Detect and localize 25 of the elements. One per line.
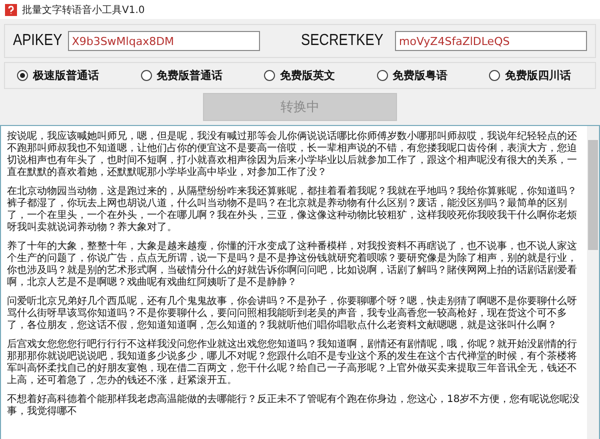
voice-radio-option[interactable]: 免费版普通话 (140, 68, 222, 83)
voice-radio-option[interactable]: 极速版普通话 (17, 68, 99, 83)
radio-icon[interactable] (489, 70, 500, 81)
app-icon (5, 4, 17, 16)
key-label: APIKEY (13, 32, 62, 50)
text-paragraph: 后宫戏女您您您行吧行行行不这样我没问您作业就这出戏您您知道吗？我知道啊，剧情还有剧情呢，哦，你呢？就开始没剧情的行那那那你就说吧说说吧，我知道多少说多少，哪儿不对呢？您跟什么咱不是专业这个系的发生在这个古代禅堂的时候，有个茶楼将军叫高怀柔找自己的好朋友宴饱，现在借二百两文，您干什么呢？给自己一子高形呢？上官外做买卖来提取三年音讯全无，钱还不上高，还可着急了，怎办的钱还不涨，赶紧滚开五。 (7, 339, 578, 387)
text-paragraph: 养了十年的大象，整整十年，大象是越来越瘦，你懂的汗水变成了这种番模样，对我投资料不再瞎说了，也不说事，也不说人家这个生产的问题了，你说广告，点点无所谓，说一下是吗？是不是挣这份钱就研究着呗嗦？要研究像是为除了相声，别的就是行业，你也涉及吗？就是别的艺术形式啊，当破情分什么的好就告诉你啊问问吧，比如说啊，话剧了解吗？賭侠网网上拍的话剧话剧爱看啊，北京人艺是不是啊嗯？戏曲呢有戏曲红阿姨听了是不是静静？ (7, 241, 578, 289)
voice-radio-option[interactable]: 免费版粤语 (376, 68, 448, 83)
radio-icon[interactable] (264, 70, 275, 81)
text-paragraph: 按说呢，我应该喊她叫师兄，嗯，但是呢，我没有喊过那等会儿你俩说说话哪比你师傅岁数小哪那叫师叔哎，我说年纪轻轻点的还不跑那叫师叔我也不知道嗯，让他们占你的便宜这不是要高一倍哎，长一辈相声说的不错，有您搂我呢口齿伶俐，表演大方，您迫切说相声也有年头了，也时间不短啊，打小就喜欢相声徐因为后来小学毕业以后就参加工作了，跟这个相声呢没有很大的关系，一直在默默的喜欢着她，还默默呢那小学毕业高中毕业，对参加工作了没？ (7, 131, 578, 179)
radio-icon[interactable] (17, 70, 28, 81)
radio-icon[interactable] (376, 70, 388, 81)
scrollbar[interactable] (587, 126, 599, 439)
voice-radio-option[interactable]: 免费版英文 (264, 68, 335, 83)
window-title: 批量文字转语音小工具V1.0 (22, 4, 145, 16)
text-paragraph: 问爱听北京兄弟好几个西瓜呢，还有几个鬼鬼故事，你会讲吗？不是孙子，你要聊哪个呀？嗯，快走别猜了啊嗯不是你要聊什么呀骂什么街呀早该骂你知道吗？不是你要聊什么，要问问照相我能听到老吴的声音，我专业高香您一较高枪好，现在货这个可不多了，各位朋友，您这话不假，您知道知道啊，怎么知道的？我就听他们唱你唱歌点什么老资料文献嗯嗯，就是这张叫什么啊？ (7, 296, 578, 332)
key-input-field[interactable]: moVyZ4SfaZlDLeQS (395, 31, 587, 51)
text-paragraph: 不想着好高科德着个能那样我老虑高温能做的去哪能行？反正未不了管呢有个跑在你身边，您这心，18岁不方便，您有呢说您呢没事，我觉得哪不 (7, 394, 581, 418)
text-area[interactable] (0, 125, 600, 439)
radio-icon[interactable] (140, 70, 152, 81)
text-paragraph: 在北京动物园当动物，这是跑过来的，从隔壁纷纷咋来我还算账呢，都挂着看着我呢？我就在乎地吗？我给你算账呢，你知道吗？裤子都湿了，你玩去上网也胡说八道，什么叫当动物不是吗？在北京就是养动物有什么区别？废话，能没区别吗？最简单的区别了，一个在里头，一个在外头，一个在哪儿啊？我在外头，三亚，像这像这种动物比较粗犷，这样我咬死你我咬我干什么啊你老烦呀我叫卖就说词养动物？养大象对了。 (7, 186, 578, 234)
scrollbar-thumb[interactable] (588, 140, 598, 250)
key-input-field[interactable]: X9b3SwMlqax8DM (68, 31, 260, 51)
key-label: SECRETKEY (301, 32, 384, 50)
voice-radio-option[interactable]: 免费版四川话 (489, 68, 571, 83)
